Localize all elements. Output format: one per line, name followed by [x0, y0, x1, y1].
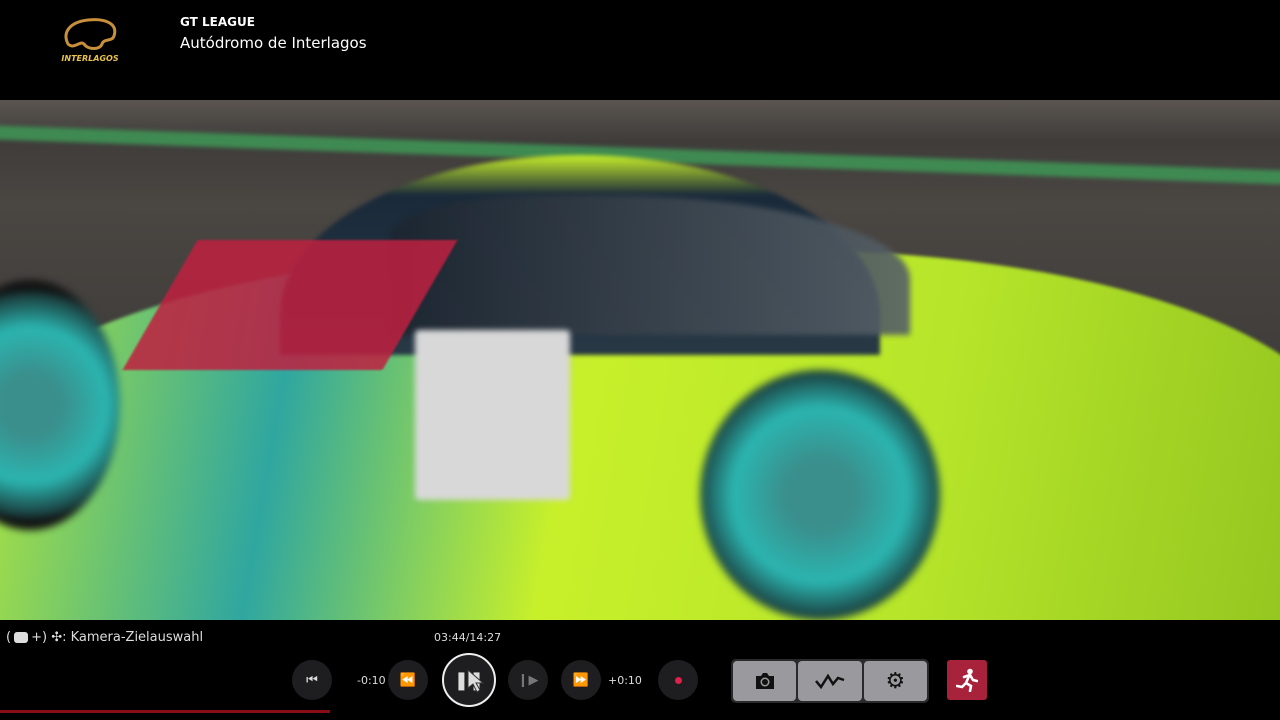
telemetry-button[interactable]: [798, 661, 862, 701]
mouse-cursor-icon: [467, 668, 485, 693]
replay-video: [0, 100, 1280, 620]
front-wheel: [700, 370, 940, 620]
forward-label: +0:10: [608, 674, 642, 687]
track-logo: INTERLAGOS: [58, 14, 122, 72]
rewind-icon: ⏪: [399, 672, 417, 688]
record-icon: [674, 676, 682, 684]
car-window: [390, 195, 910, 335]
skip-to-start-button[interactable]: ⏮: [292, 660, 332, 700]
replay-time: 03:44/14:27: [434, 631, 502, 644]
skip-to-start-icon: ⏮: [306, 672, 318, 688]
fast-forward-icon: ⏩: [572, 672, 590, 688]
rewind-button[interactable]: ⏪: [388, 660, 428, 700]
header: INTERLAGOS GT LEAGUE Autódromo de Interl…: [0, 0, 1280, 100]
settings-button[interactable]: ⚙: [863, 661, 927, 701]
logo-text: INTERLAGOS: [61, 54, 119, 63]
l2-button-icon: [14, 632, 29, 643]
fast-forward-button[interactable]: ⏩: [561, 660, 601, 700]
slow-motion-icon: ❙▶: [517, 672, 539, 688]
slow-motion-button[interactable]: ❙▶: [508, 660, 548, 700]
exit-icon: [956, 668, 978, 692]
back-label: -0:10: [357, 674, 386, 687]
record-button[interactable]: [658, 660, 698, 700]
photo-button[interactable]: [733, 661, 797, 701]
league-title: GT LEAGUE: [180, 15, 255, 29]
dpad-icon: ✣: [51, 630, 63, 645]
number-plate: [415, 330, 570, 500]
camera-icon: [755, 673, 774, 689]
tool-buttons: ⚙: [731, 659, 929, 703]
gear-icon: ⚙: [885, 668, 906, 694]
camera-hint: (+) ✣: Kamera-Zielauswahl: [6, 630, 204, 645]
telemetry-icon: [815, 673, 845, 689]
track-name: Autódromo de Interlagos: [180, 34, 367, 52]
exit-replay-button[interactable]: [947, 660, 987, 700]
progress-fill: [0, 710, 331, 713]
track-map-icon: [64, 18, 117, 50]
replay-controls: (+) ✣: Kamera-Zielauswahl 03:44/14:27 ⏮ …: [0, 620, 1280, 720]
replay-progress-bar[interactable]: [0, 710, 1280, 713]
